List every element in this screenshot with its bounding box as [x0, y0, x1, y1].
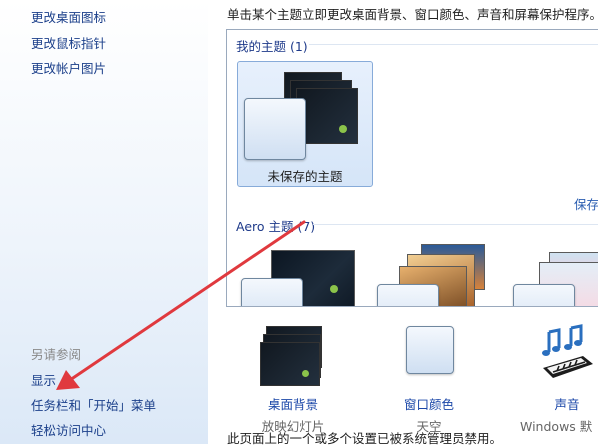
theme-list[interactable]: 我的主题 (1) 未保存的主题 保存 Aero 主题 (7)	[226, 29, 598, 307]
my-themes-header: 我的主题 (1)	[236, 39, 308, 54]
unsaved-theme-label: 未保存的主题	[267, 169, 343, 184]
aero-theme-architecture[interactable]	[241, 244, 357, 306]
desktop-background-label: 桌面背景	[267, 397, 318, 412]
change-desktop-icons-link[interactable]: 更改桌面图标	[31, 7, 106, 26]
ease-of-access-center-link[interactable]: 轻松访问中心	[31, 420, 106, 439]
window-color-preview	[244, 98, 306, 160]
window-color-button[interactable]: 窗口颜色 天空	[374, 324, 484, 434]
window-color-preview	[513, 284, 575, 306]
display-link[interactable]: 显示	[31, 370, 56, 389]
aero-theme-nature[interactable]	[513, 244, 598, 306]
instruction-text: 单击某个主题立即更改桌面背景、窗口颜色、声音和屏幕保护程序。	[227, 7, 598, 22]
group-divider	[313, 224, 598, 225]
glass-window-icon	[406, 326, 454, 374]
window-color-preview	[377, 284, 439, 306]
save-theme-link[interactable]: 保存	[574, 194, 598, 213]
music-notes-piano-icon	[542, 324, 593, 378]
aero-theme-landscape[interactable]	[377, 244, 493, 306]
group-divider	[309, 44, 598, 45]
slideshow-stack-icon	[260, 326, 326, 386]
sounds-button[interactable]: 声音 Windows 默	[512, 324, 598, 434]
window-color-preview	[241, 278, 303, 306]
window-color-label: 窗口颜色	[403, 397, 454, 412]
change-account-picture-link[interactable]: 更改帐户图片	[31, 58, 106, 77]
see-also-heading: 另请参阅	[31, 347, 82, 362]
unsaved-theme-tile[interactable]: 未保存的主题	[237, 61, 373, 187]
admin-disabled-note: 此页面上的一个或多个设置已被系统管理员禁用。	[227, 431, 503, 446]
sounds-label: 声音	[554, 397, 580, 412]
change-mouse-pointer-link[interactable]: 更改鼠标指针	[31, 33, 106, 52]
taskbar-start-menu-link[interactable]: 任务栏和「开始」菜单	[31, 395, 156, 414]
sounds-value: Windows 默	[520, 419, 593, 434]
desktop-background-button[interactable]: 桌面背景 放映幻灯片	[238, 324, 348, 434]
aero-themes-header: Aero 主题 (7)	[236, 219, 316, 234]
sidebar: 更改桌面图标 更改鼠标指针 更改帐户图片 另请参阅 显示 任务栏和「开始」菜单 …	[0, 0, 209, 444]
